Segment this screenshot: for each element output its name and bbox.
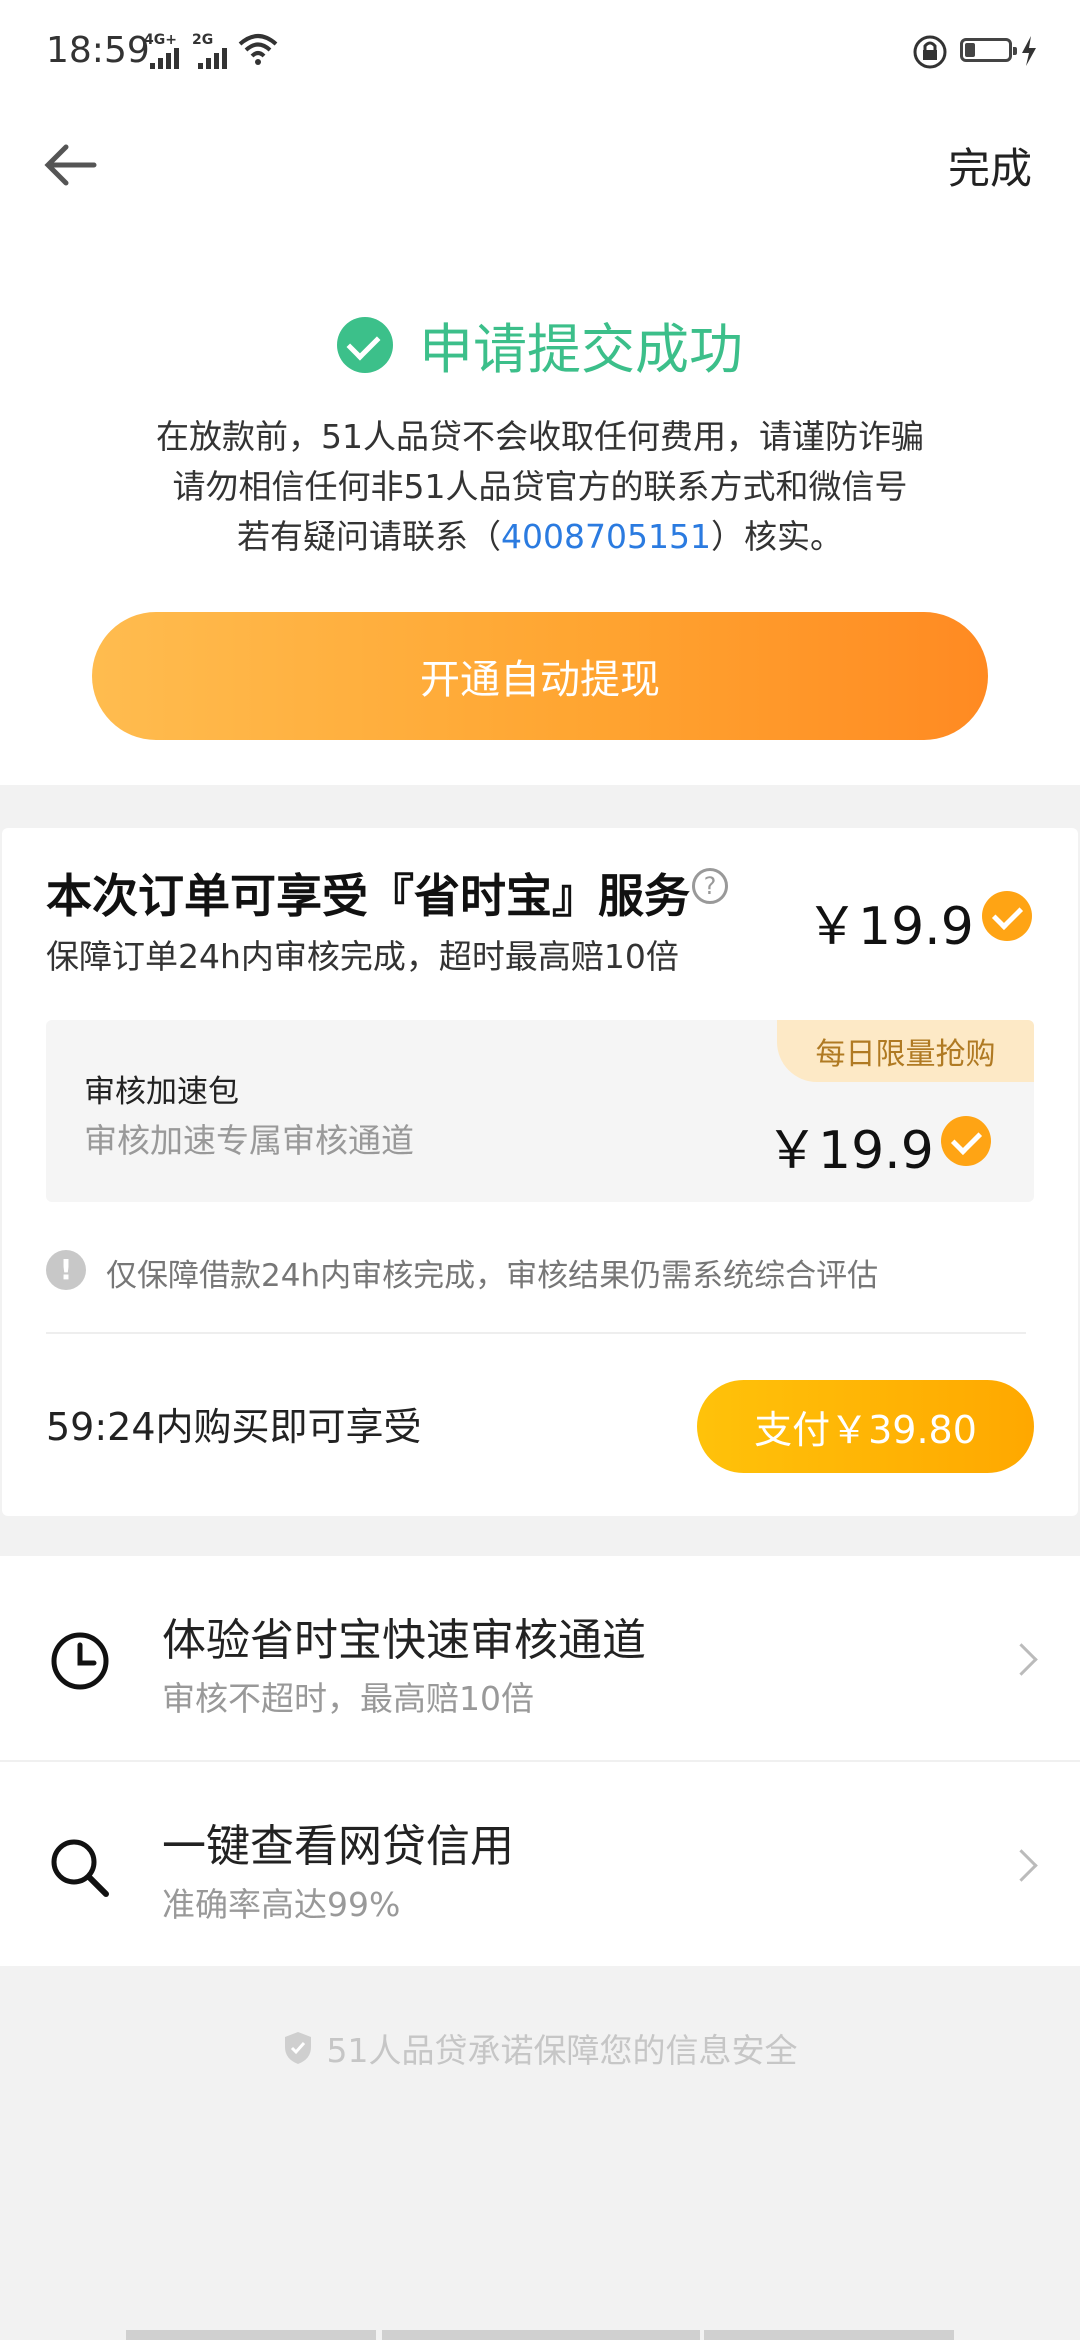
wifi-icon (238, 34, 278, 65)
chevron-right-icon (1005, 1643, 1038, 1676)
auto-withdraw-button[interactable]: 开通自动提现 (92, 612, 988, 740)
purchase-countdown: 59:24内购买即可享受 (46, 1405, 422, 1449)
anti-fraud-notice: 在放款前，51人品贷不会收取任何费用，请谨防诈骗 请勿相信任何非51人品贷官方的… (0, 412, 1080, 562)
package-checkbox-checked-icon[interactable] (941, 1116, 991, 1166)
search-icon (51, 1839, 109, 1897)
list-item-credit-check[interactable]: 一键查看网贷信用 准确率高达99% (0, 1762, 1080, 1966)
gesture-bar-segment (382, 2330, 700, 2340)
shield-icon (284, 2032, 311, 2064)
service-subtitle: 保障订单24h内审核完成，超时最高赔10倍 (46, 937, 679, 976)
limited-offer-badge: 每日限量抢购 (777, 1020, 1034, 1082)
charging-icon (1022, 36, 1036, 66)
guarantee-disclaimer: 仅保障借款24h内审核完成，审核结果仍需系统综合评估 (106, 1258, 879, 1294)
list-item-title: 体验省时宝快速审核通道 (162, 1615, 646, 1666)
security-note-text: 51人品贷承诺保障您的信息安全 (326, 2031, 798, 2070)
success-header: 申请提交成功 (0, 305, 1080, 384)
back-arrow-icon[interactable] (40, 135, 100, 195)
network-type-label-2: 2G (192, 32, 214, 48)
notice-line-2: 请勿相信任何非51人品贷官方的联系方式和微信号 (172, 467, 908, 506)
list-item-fast-review[interactable]: 体验省时宝快速审核通道 审核不超时，最高赔10倍 (0, 1556, 1080, 1760)
rotation-lock-icon (913, 35, 947, 69)
notice-line-1: 在放款前，51人品贷不会收取任何费用，请谨防诈骗 (156, 417, 924, 456)
gesture-bar-segment (126, 2330, 376, 2340)
service-title: 本次订单可享受『省时宝』服务 (46, 869, 690, 923)
pay-button[interactable]: 支付￥39.80 (697, 1380, 1034, 1473)
notice-prefix: 若有疑问请联系（ (237, 517, 502, 556)
service-checkbox-checked-icon[interactable] (982, 891, 1032, 941)
status-bar: 18:59 4G+ 2G (0, 0, 1080, 110)
package-title: 审核加速包 (84, 1074, 239, 1110)
info-exclamation-icon: ! (46, 1250, 86, 1290)
help-question-icon[interactable]: ? (692, 868, 728, 904)
network-type-label: 4G+ (144, 32, 177, 48)
divider (46, 1332, 1026, 1334)
package-price: ￥19.9 (766, 1121, 934, 1181)
list-item-subtitle: 审核不超时，最高赔10倍 (162, 1679, 534, 1718)
notice-suffix: ）核实。 (710, 517, 843, 556)
status-time: 18:59 (46, 30, 150, 71)
security-note: 51人品贷承诺保障您的信息安全 (0, 2024, 1080, 2072)
service-price: ￥19.9 (806, 897, 974, 957)
hotline-link[interactable]: 4008705151 (501, 517, 711, 556)
gesture-bar-segment (704, 2330, 954, 2340)
chevron-right-icon (1005, 1849, 1038, 1882)
list-item-subtitle: 准确率高达99% (162, 1885, 401, 1924)
success-title: 申请提交成功 (419, 318, 743, 381)
cellular-signal-icon-2: 2G (192, 32, 232, 70)
done-button[interactable]: 完成 (948, 135, 1032, 196)
notice-line-3: 若有疑问请联系（4008705151）核实。 (0, 512, 1080, 562)
battery-icon (960, 38, 1017, 62)
cellular-signal-icon: 4G+ (144, 32, 184, 70)
list-item-title: 一键查看网贷信用 (162, 1821, 514, 1872)
success-check-icon (337, 316, 393, 373)
package-subtitle: 审核加速专属审核通道 (84, 1121, 414, 1160)
clock-icon (51, 1632, 109, 1690)
